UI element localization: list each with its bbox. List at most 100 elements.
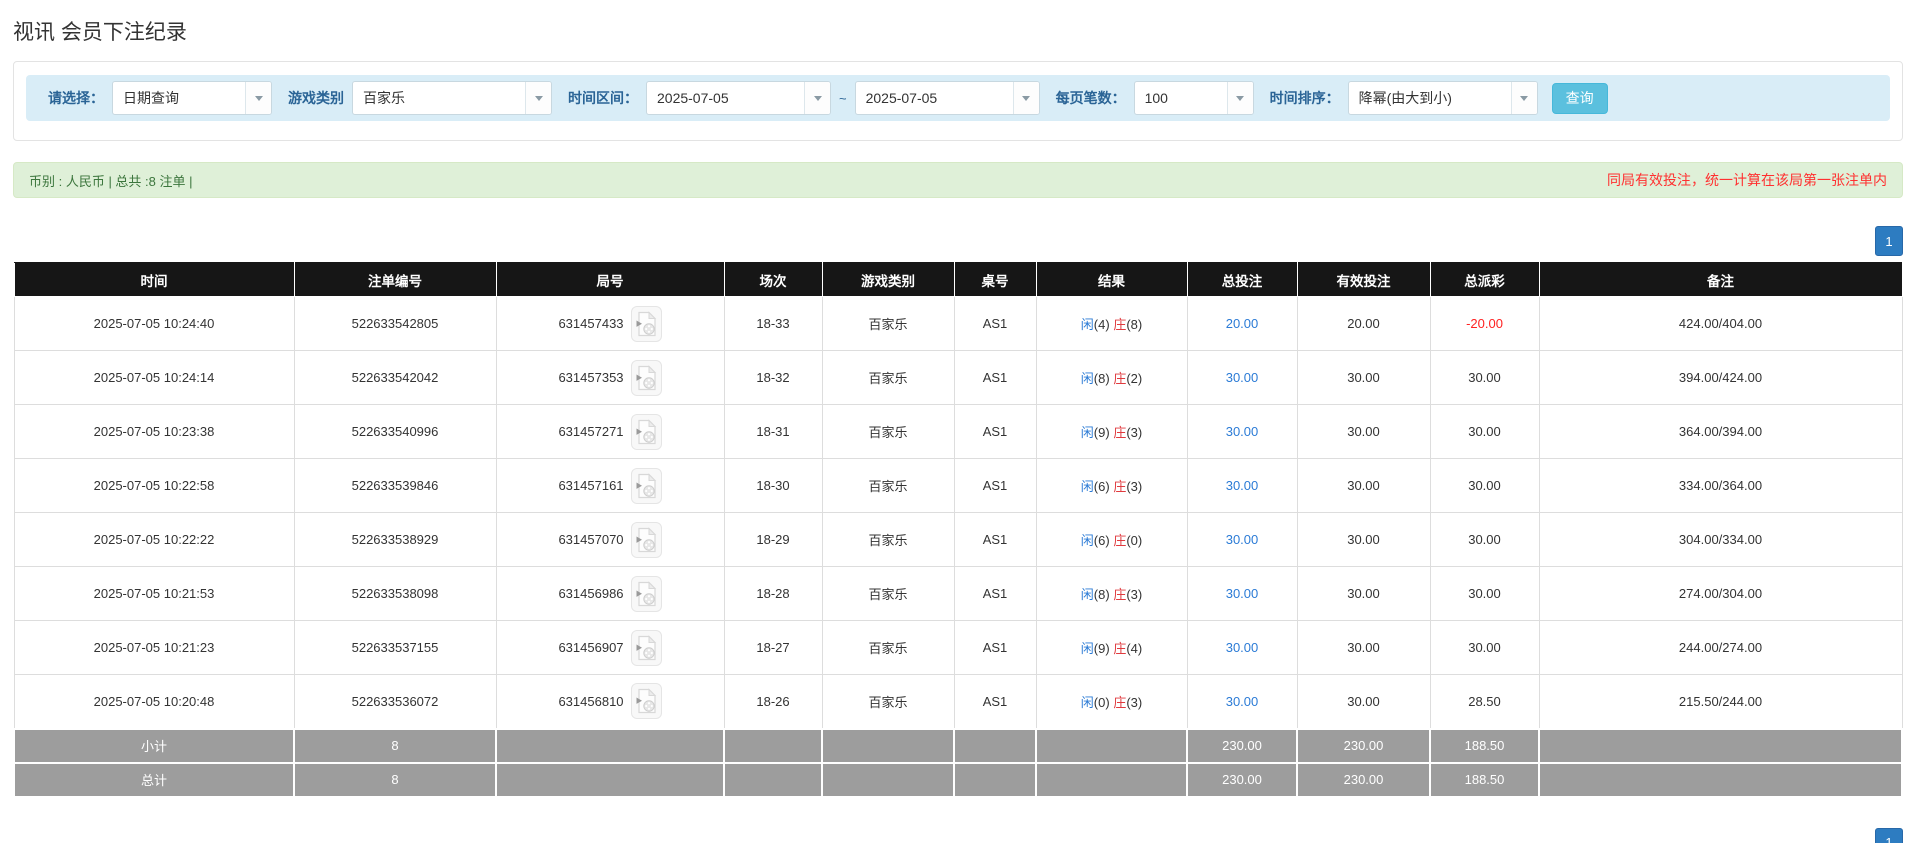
valid-bet-cell: 30.00 (1296, 350, 1431, 405)
payout-cell: 30.00 (1429, 512, 1540, 567)
subtotal-payout: 188.50 (1429, 727, 1540, 764)
date-from-select[interactable]: 2025-07-05 (646, 81, 831, 115)
total-bet-link[interactable]: 30.00 (1226, 694, 1259, 709)
summary-bar: 币别 : 人民币 | 总共 :8 注单 | 同局有效投注，统一计算在该局第一张注… (13, 162, 1903, 198)
chevron-down-icon[interactable] (1510, 82, 1537, 114)
round-id: 631457161 (558, 478, 624, 493)
table-row: 2025-07-05 10:24:40 522633542805 6314574… (13, 296, 1903, 351)
total-bet-link[interactable]: 30.00 (1226, 424, 1259, 439)
chevron-down-icon[interactable] (525, 82, 551, 114)
round-id: 631457353 (558, 370, 624, 385)
subtotal-valid-bet: 230.00 (1296, 727, 1431, 764)
valid-bet-cell: 30.00 (1296, 620, 1431, 675)
subtotal-row: 小计 8 230.00 230.00 188.50 (13, 727, 1903, 764)
session-cell: 18-33 (723, 296, 823, 351)
page-size-value: 100 (1144, 90, 1168, 106)
page-1-button[interactable]: 1 (1875, 226, 1903, 256)
time-cell: 2025-07-05 10:20:48 (13, 674, 295, 729)
range-separator: ~ (839, 90, 847, 106)
video-replay-button[interactable] (630, 683, 662, 720)
chevron-down-icon[interactable] (1012, 82, 1039, 114)
page-size-label: 每页笔数： (1055, 90, 1126, 106)
page-1-button[interactable]: 1 (1875, 827, 1903, 843)
game-type-cell: 百家乐 (821, 566, 955, 621)
col-time: 时间 (13, 262, 295, 297)
banker-result-label: 庄 (1113, 587, 1127, 602)
note-cell: 424.00/404.00 (1538, 296, 1903, 351)
total-bet-link[interactable]: 30.00 (1226, 586, 1259, 601)
game-type-cell: 百家乐 (821, 674, 955, 729)
time-cell: 2025-07-05 10:21:53 (13, 566, 295, 621)
game-type-cell: 百家乐 (821, 296, 955, 351)
video-replay-button[interactable] (630, 629, 662, 666)
table-row: 2025-07-05 10:22:22 522633538929 6314570… (13, 512, 1903, 567)
col-note: 备注 (1538, 262, 1903, 297)
table-no-cell: AS1 (953, 620, 1037, 675)
chevron-down-icon[interactable] (1226, 82, 1253, 114)
page-title: 视讯 会员下注纪录 (13, 21, 187, 44)
total-bet-link[interactable]: 30.00 (1226, 370, 1259, 385)
round-id: 631456907 (558, 640, 624, 655)
valid-bet-note: 同局有效投注，统一计算在该局第一张注单内 (1607, 172, 1887, 188)
player-result-label: 闲 (1080, 641, 1094, 656)
payout-cell: 30.00 (1429, 620, 1540, 675)
table-no-cell: AS1 (953, 404, 1037, 459)
game-type-value: 百家乐 (363, 90, 405, 106)
video-record-icon (636, 310, 657, 336)
result-cell: 闲(8) 庄(2) (1035, 350, 1188, 405)
page: 视讯 会员下注纪录 请选择： 日期查询 游戏类别 百家乐 时间区间： 2025-… (0, 0, 1918, 843)
bet-id-cell: 522633542805 (293, 296, 497, 351)
video-replay-button[interactable] (630, 305, 662, 342)
video-replay-button[interactable] (630, 359, 662, 396)
total-label: 总计 (13, 761, 295, 798)
round-id: 631456986 (558, 586, 624, 601)
date-from-value: 2025-07-05 (657, 90, 729, 106)
total-bet-link[interactable]: 20.00 (1226, 316, 1259, 331)
page-size-select[interactable]: 100 (1133, 81, 1254, 115)
video-record-icon (636, 688, 657, 714)
chevron-down-icon[interactable] (804, 82, 830, 114)
total-bet-link[interactable]: 30.00 (1226, 532, 1259, 547)
total-bet-link[interactable]: 30.00 (1226, 640, 1259, 655)
video-replay-button[interactable] (630, 575, 662, 612)
player-result-value: (4) (1093, 317, 1110, 332)
banker-result-label: 庄 (1113, 533, 1127, 548)
payout-cell: 30.00 (1429, 566, 1540, 621)
game-type-cell: 百家乐 (821, 404, 955, 459)
date-to-select[interactable]: 2025-07-05 (854, 81, 1040, 115)
payout-cell: 30.00 (1429, 404, 1540, 459)
banker-result-label: 庄 (1113, 425, 1127, 440)
video-replay-button[interactable] (630, 413, 662, 450)
session-cell: 18-32 (723, 350, 823, 405)
subtotal-label: 小计 (13, 727, 295, 764)
round-id: 631457271 (558, 424, 624, 439)
bet-id-cell: 522633542042 (293, 350, 497, 405)
query-type-select[interactable]: 日期查询 (112, 81, 272, 115)
round-id: 631456810 (558, 693, 624, 709)
table-row: 2025-07-05 10:21:53 522633538098 6314569… (13, 566, 1903, 621)
table-no-cell: AS1 (953, 512, 1037, 567)
video-record-icon (636, 634, 657, 660)
video-replay-button[interactable] (630, 521, 662, 558)
total-bet-link[interactable]: 30.00 (1226, 478, 1259, 493)
note-cell: 304.00/334.00 (1538, 512, 1903, 567)
bet-id-cell: 522633538929 (293, 512, 497, 567)
table-row: 2025-07-05 10:23:38 522633540996 6314572… (13, 404, 1903, 459)
query-type-label: 请选择： (48, 90, 104, 106)
video-record-icon (636, 580, 657, 606)
table-no-cell: AS1 (953, 350, 1037, 405)
chevron-down-icon[interactable] (245, 82, 271, 114)
game-type-select[interactable]: 百家乐 (352, 81, 552, 115)
payout-cell: 30.00 (1429, 458, 1540, 513)
search-button[interactable]: 查询 (1551, 82, 1608, 114)
time-cell: 2025-07-05 10:21:23 (13, 620, 295, 675)
col-total-bet: 总投注 (1186, 262, 1298, 297)
filter-panel: 请选择： 日期查询 游戏类别 百家乐 时间区间： 2025-07-05 ~ 20… (13, 61, 1903, 141)
sort-order-label: 时间排序： (1269, 90, 1340, 106)
video-replay-button[interactable] (630, 467, 662, 504)
note-cell: 394.00/424.00 (1538, 350, 1903, 405)
col-game-type: 游戏类别 (821, 262, 955, 297)
game-type-label: 游戏类别 (288, 90, 344, 106)
sort-order-select[interactable]: 降幂(由大到小) (1347, 81, 1538, 115)
bet-id-cell: 522633537155 (293, 620, 497, 675)
